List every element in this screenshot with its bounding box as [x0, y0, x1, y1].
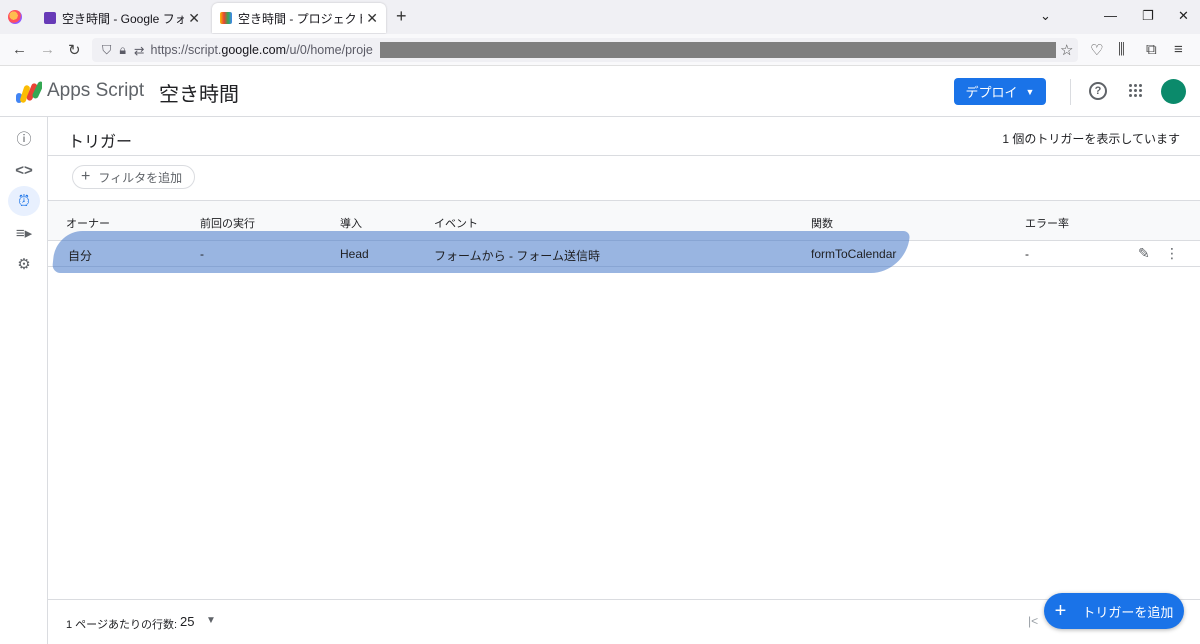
app-name[interactable]: Apps Script	[47, 80, 144, 102]
column-header-deployment[interactable]: 導入	[340, 215, 362, 231]
triggers-alarm-icon[interactable]: ⏰︎	[8, 186, 40, 216]
library-icon[interactable]: ⫼	[1118, 41, 1125, 58]
plus-icon: +	[1054, 599, 1067, 622]
column-header-error-rate[interactable]: エラー率	[1025, 215, 1069, 231]
browser-tab-forms[interactable]: 空き時間 - Google フォーム ✕	[36, 3, 208, 33]
pocket-icon[interactable]: ♡	[1090, 41, 1103, 59]
list-all-tabs-icon[interactable]: ⌄	[1040, 8, 1051, 24]
column-header-owner[interactable]: オーナー	[66, 215, 110, 231]
apps-script-icon	[220, 12, 232, 24]
rows-per-page-label: 1 ページあたりの行数:	[66, 619, 178, 631]
tab-title: 空き時間 - Google フォーム	[62, 11, 185, 26]
project-name[interactable]: 空き時間	[159, 78, 239, 107]
google-apps-icon[interactable]	[1129, 84, 1143, 98]
firefox-icon[interactable]	[8, 10, 22, 24]
column-header-last-run[interactable]: 前回の実行	[200, 215, 255, 231]
cell-error-rate: -	[1025, 247, 1029, 261]
browser-tab-triggers[interactable]: 空き時間 - プロジェクトのトリガー - A ✕	[212, 3, 386, 33]
cell-last-run: -	[200, 247, 204, 261]
page-title: トリガー	[68, 134, 133, 151]
restore-icon[interactable]: ❐	[1142, 8, 1154, 24]
deploy-label: デプロイ	[965, 85, 1018, 100]
help-glyph: ?	[1094, 85, 1102, 97]
deploy-button[interactable]: デプロイ ▼	[954, 78, 1046, 105]
window-close-icon[interactable]: ✕	[1178, 8, 1189, 24]
url-path: /u/0/home/proje	[286, 43, 373, 57]
table-footer: 1 ページあたりの行数: 25 ▼ |<	[48, 599, 1200, 644]
column-header-function[interactable]: 関数	[811, 215, 833, 231]
first-page-icon[interactable]: |<	[1028, 614, 1038, 628]
add-filter-label: フィルタを追加	[98, 170, 183, 185]
cell-owner: 自分	[68, 249, 93, 263]
add-trigger-label: トリガーを追加	[1082, 604, 1174, 620]
browser-tab-bar: 空き時間 - Google フォーム ✕ 空き時間 - プロジェクトのトリガー …	[0, 0, 1200, 34]
add-trigger-button[interactable]: + トリガーを追加	[1044, 593, 1184, 629]
google-forms-icon	[44, 12, 56, 24]
left-rail: ⓘ <> ⏰︎ ≡▸ ⚙	[0, 117, 48, 644]
bookmark-star-icon[interactable]: ☆	[1060, 41, 1073, 59]
back-icon[interactable]: ←	[12, 41, 27, 58]
more-vert-icon[interactable]: ⋮	[1165, 245, 1179, 262]
plus-icon: +	[81, 168, 91, 185]
minimize-icon[interactable]: —	[1104, 8, 1117, 23]
close-icon[interactable]: ✕	[366, 10, 378, 27]
cell-function: formToCalendar	[811, 247, 897, 261]
cell-deployment: Head	[340, 247, 369, 261]
divider	[48, 155, 1200, 156]
tab-title: 空き時間 - プロジェクトのトリガー - A	[238, 11, 362, 26]
overview-icon[interactable]: ⓘ	[8, 123, 40, 153]
reload-icon[interactable]: ↻	[68, 41, 81, 59]
cell-event: フォームから - フォーム送信時	[434, 249, 600, 263]
url-host: google.com	[221, 43, 287, 57]
main-content: トリガー 1 個のトリガーを表示しています + フィルタを追加 オーナー 前回の…	[48, 117, 1200, 644]
edit-pencil-icon[interactable]: ✎	[1138, 245, 1150, 262]
column-header-event[interactable]: イベント	[434, 215, 478, 231]
url-prefix: https://script.	[150, 43, 222, 57]
apps-script-logo-icon[interactable]	[16, 81, 42, 103]
executions-icon[interactable]: ≡▸	[8, 218, 40, 248]
app-header: Apps Script 空き時間 デプロイ ▼ ?	[0, 67, 1200, 117]
lock-icon[interactable]: 🔒︎	[119, 43, 126, 58]
settings-gear-icon[interactable]: ⚙	[8, 249, 40, 279]
shield-icon[interactable]: ⛉	[102, 43, 111, 58]
url-bar[interactable]: ⛉ 🔒︎ ⇄ https://script. google.com/u/0/hom…	[92, 38, 1078, 62]
extensions-icon[interactable]: ⧉	[1146, 41, 1157, 58]
permissions-icon[interactable]: ⇄	[134, 43, 144, 58]
caret-down-icon: ▼	[1025, 86, 1035, 97]
help-icon[interactable]: ?	[1089, 82, 1107, 100]
avatar[interactable]	[1161, 79, 1186, 104]
browser-nav-bar: ← → ↻ ⛉ 🔒︎ ⇄ https://script. google.com/u…	[0, 34, 1200, 66]
close-icon[interactable]: ✕	[188, 10, 200, 27]
forward-icon[interactable]: →	[40, 41, 55, 58]
caret-down-icon[interactable]: ▼	[206, 615, 216, 626]
menu-icon[interactable]: ≡	[1174, 41, 1183, 58]
editor-icon[interactable]: <>	[8, 155, 40, 185]
trigger-count: 1 個のトリガーを表示しています	[1002, 132, 1180, 146]
table-row[interactable]: 自分 - Head フォームから - フォーム送信時 formToCalenda…	[48, 231, 1200, 273]
new-tab-button[interactable]: +	[396, 6, 407, 27]
header-divider	[1070, 79, 1071, 105]
rows-per-page-select[interactable]: 25	[180, 614, 194, 629]
redaction-bar	[380, 42, 1056, 58]
add-filter-button[interactable]: + フィルタを追加	[72, 165, 196, 189]
